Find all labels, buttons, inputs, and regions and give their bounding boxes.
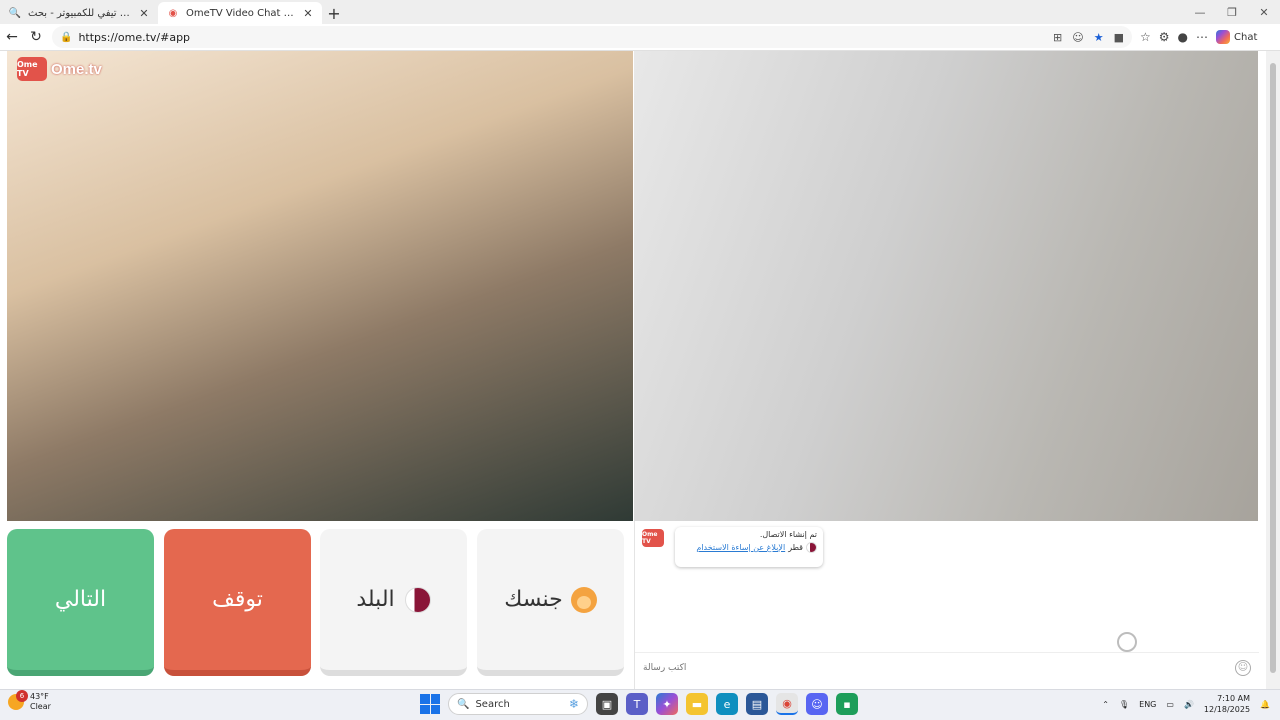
temperature: 43°F <box>30 692 49 701</box>
search-icon: 🔍 <box>8 7 22 19</box>
tab-bar: 🔍 اومي تيفي للكمبيوتر - بحث ✕ ◉ OmeTV Vi… <box>0 0 1280 24</box>
taskbar-search[interactable]: 🔍 Search ❄ <box>448 693 588 715</box>
close-window-icon[interactable]: ✕ <box>1248 0 1280 24</box>
lock-icon[interactable]: 🔒 <box>60 32 72 43</box>
favorite-star-icon[interactable]: ★ <box>1094 31 1104 44</box>
tab-title: OmeTV Video Chat — Omegle <box>186 7 302 19</box>
weather-widget[interactable]: 6 43°F Clear <box>8 690 51 712</box>
notification-badge: 6 <box>16 690 28 702</box>
more-menu-icon[interactable]: ⋯ <box>1196 30 1208 44</box>
country-name: قطر <box>788 543 803 552</box>
qatar-flag-icon <box>404 586 431 613</box>
window-controls: — ❐ ✕ <box>1184 0 1280 24</box>
notifications-icon[interactable]: 🔔 <box>1260 700 1270 709</box>
address-bar[interactable]: 🔒 https://ome.tv/#app ⊞ ☺ ★ ■ <box>52 26 1132 48</box>
start-button[interactable] <box>420 694 440 714</box>
gender-button[interactable]: جنسك <box>477 529 624 676</box>
copilot-icon <box>1216 30 1231 44</box>
minimize-icon[interactable]: — <box>1184 0 1216 24</box>
favorites-icon[interactable]: ☆ <box>1140 30 1151 44</box>
stop-button[interactable]: توقف <box>164 529 311 676</box>
system-tray: ⌃ 🎙 ENG ▭ 🔊 7:10 AM 12/18/2025 🔔 <box>1102 693 1270 715</box>
file-explorer-icon[interactable]: ▬ <box>686 693 708 715</box>
country-button[interactable]: البلد <box>320 529 467 676</box>
stranger-video: Ome TV Ome.tv <box>7 51 633 521</box>
next-button[interactable]: التالي <box>7 529 154 676</box>
restore-icon[interactable]: ❐ <box>1216 0 1248 24</box>
new-tab-button[interactable]: + <box>322 2 346 24</box>
ometv-logo: Ome TV Ome.tv <box>17 57 102 81</box>
back-icon[interactable]: ← <box>0 25 24 49</box>
chat-panel: Ome TV تم إنشاء الاتصال. قطر الإبلاغ عن … <box>634 521 1259 689</box>
self-video <box>634 51 1258 521</box>
country-label: البلد <box>356 587 395 612</box>
copilot-app-icon[interactable]: ✦ <box>656 693 678 715</box>
search-icon: 🔍 <box>457 698 470 710</box>
copilot-chat-button[interactable]: Chat <box>1216 30 1257 44</box>
extensions-icon[interactable]: ⚙ <box>1159 30 1170 44</box>
report-abuse-link[interactable]: الإبلاغ عن إساءة الاستخدام <box>696 543 785 552</box>
camera-in-use-icon[interactable]: ■ <box>1114 31 1124 44</box>
language-indicator[interactable]: ENG <box>1139 700 1156 709</box>
tab-ometv[interactable]: ◉ OmeTV Video Chat — Omegle ✕ <box>158 2 322 24</box>
app-icon[interactable]: ▪ <box>836 693 858 715</box>
close-icon[interactable]: ✕ <box>302 7 314 20</box>
qatar-flag-icon <box>806 542 817 553</box>
app-available-icon[interactable]: ⊞ <box>1053 31 1062 44</box>
system-message: تم إنشاء الاتصال. قطر الإبلاغ عن إساءة ا… <box>675 527 823 567</box>
url-text: https://ome.tv/#app <box>78 30 191 44</box>
store-icon[interactable]: ▤ <box>746 693 768 715</box>
emoji-picker-icon[interactable]: ☺ <box>1235 659 1251 676</box>
chat-label: Chat <box>1234 31 1258 43</box>
woman-emoji-icon <box>570 586 597 613</box>
weather-condition: Clear <box>30 702 51 711</box>
close-icon[interactable]: ✕ <box>138 7 150 20</box>
browser-toolbar: ← ↻ 🔒 https://ome.tv/#app ⊞ ☺ ★ ■ ☆ ⚙ ● … <box>0 24 1280 51</box>
profile-avatar[interactable]: ● <box>1178 30 1188 44</box>
scrollbar-thumb[interactable] <box>1270 63 1276 673</box>
refresh-icon[interactable]: ↻ <box>24 25 48 49</box>
snowflake-icon: ❄ <box>568 697 579 711</box>
teams-icon[interactable]: T <box>626 693 648 715</box>
windows-taskbar: 6 43°F Clear 🔍 Search ❄ ▣ T ✦ ▬ e ▤ ◉ ☺ … <box>0 689 1280 720</box>
chrome-icon[interactable]: ◉ <box>776 693 798 715</box>
gender-label: جنسك <box>504 587 563 612</box>
microphone-icon[interactable]: 🎙 <box>1119 700 1129 709</box>
weather-sun-icon: 6 <box>8 690 28 710</box>
tab-search[interactable]: 🔍 اومي تيفي للكمبيوتر - بحث ✕ <box>0 2 158 24</box>
search-placeholder: Search <box>475 698 510 710</box>
discord-icon[interactable]: ☺ <box>806 693 828 715</box>
loading-spinner <box>1117 632 1137 652</box>
edge-icon[interactable]: e <box>716 693 738 715</box>
logo-badge: Ome TV <box>17 57 47 81</box>
time: 7:10 AM <box>1217 694 1251 703</box>
volume-icon[interactable]: 🔊 <box>1184 700 1194 709</box>
date: 12/18/2025 <box>1203 705 1251 714</box>
message-bar: ☺ <box>635 652 1259 682</box>
connection-message: تم إنشاء الاتصال. <box>759 530 817 539</box>
message-input[interactable] <box>643 662 1235 673</box>
ometv-app: Ome TV Ome.tv التالي توقف البلد جنسك Ome… <box>0 51 1280 689</box>
chevron-up-icon[interactable]: ⌃ <box>1102 700 1109 709</box>
task-view-icon[interactable]: ▣ <box>596 693 618 715</box>
tab-title: اومي تيفي للكمبيوتر - بحث <box>28 7 138 19</box>
page-scrollbar[interactable] <box>1266 51 1280 689</box>
logo-text: Ome.tv <box>51 60 102 78</box>
ometv-avatar: Ome TV <box>642 529 664 547</box>
network-icon[interactable]: ▭ <box>1166 700 1174 709</box>
clock[interactable]: 7:10 AM 12/18/2025 <box>1204 693 1250 715</box>
ometv-icon: ◉ <box>168 7 178 19</box>
tracking-icon[interactable]: ☺ <box>1072 31 1083 44</box>
